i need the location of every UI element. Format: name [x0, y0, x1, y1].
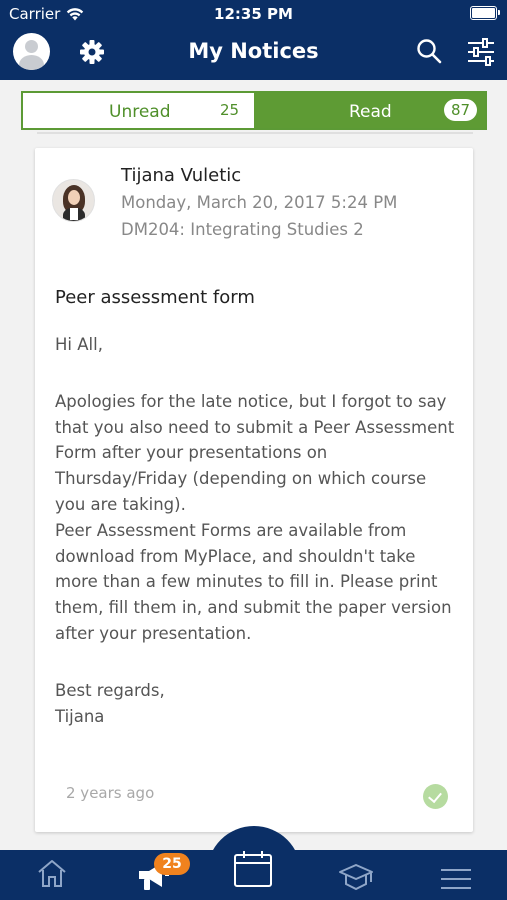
body-paragraph-1: Apologies for the late notice, but I for…: [55, 391, 455, 514]
body-signature: Tijana: [55, 706, 105, 726]
app-header: Carrier 12:35 PM My Notices: [0, 0, 507, 80]
notice-card[interactable]: Tijana Vuletic Monday, March 20, 2017 5:…: [35, 148, 473, 832]
notice-body: Hi All, Apologies for the late notice, b…: [55, 332, 460, 729]
menu-icon[interactable]: [441, 868, 471, 890]
body-paragraph-2: Peer Assessment Forms are available from…: [55, 520, 452, 643]
home-icon[interactable]: [37, 858, 67, 888]
read-filter-segment: Unread 25 Read 87: [21, 91, 487, 130]
status-time: 12:35 PM: [214, 5, 293, 23]
body-greeting: Hi All,: [55, 335, 103, 354]
nav-bar: My Notices: [0, 28, 507, 80]
tab-read[interactable]: Read 87: [254, 93, 485, 128]
battery-icon: [470, 6, 500, 20]
filter-sliders-icon[interactable]: [466, 38, 496, 66]
notice-date: Monday, March 20, 2017 5:24 PM: [121, 193, 398, 212]
notices-badge: 25: [154, 853, 190, 875]
notice-relative-time: 2 years ago: [66, 784, 155, 802]
tab-unread[interactable]: Unread 25: [23, 93, 254, 128]
sender-avatar: [52, 179, 95, 222]
read-check-icon: [423, 784, 448, 809]
read-count-badge: 87: [444, 99, 477, 121]
notice-subject: Peer assessment form: [55, 287, 255, 308]
tab-read-label: Read: [349, 102, 392, 122]
sender-name: Tijana Vuletic: [121, 165, 242, 186]
divider: [37, 132, 473, 134]
search-icon[interactable]: [416, 38, 442, 64]
calendar-icon[interactable]: [233, 850, 273, 888]
notice-course: DM204: Integrating Studies 2: [121, 220, 364, 239]
body-signoff: Best regards,: [55, 680, 165, 700]
graduation-cap-icon[interactable]: [338, 862, 374, 892]
tab-unread-label: Unread: [109, 102, 171, 122]
unread-count: 25: [220, 101, 240, 119]
status-bar: Carrier 12:35 PM: [0, 0, 507, 28]
